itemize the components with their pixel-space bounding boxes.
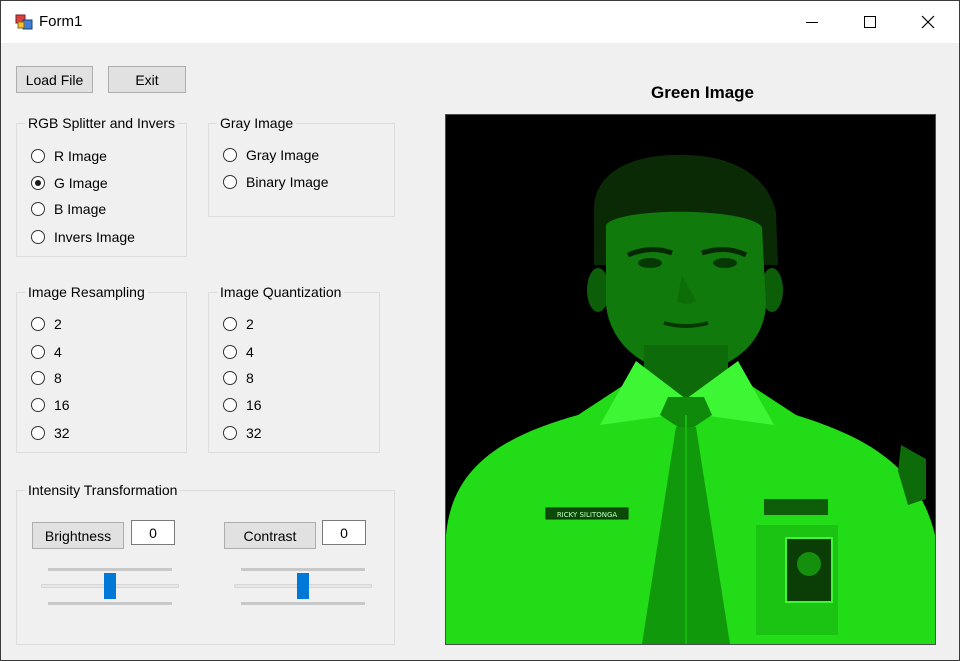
main-window: Form1 Load File Exit RGB Splitter and In… — [0, 0, 960, 661]
slider-tick-line — [241, 568, 365, 571]
contrast-slider-thumb[interactable] — [297, 573, 309, 599]
intensity-transformation-legend: Intensity Transformation — [25, 482, 181, 498]
radio-quantization-32[interactable]: 32 — [223, 423, 262, 443]
contrast-button[interactable]: Contrast — [224, 522, 316, 549]
gray-image-legend: Gray Image — [217, 115, 297, 131]
radio-label: 32 — [246, 425, 262, 441]
radio-resampling-16-circle[interactable] — [31, 398, 45, 412]
radio-quantization-32-circle[interactable] — [223, 426, 237, 440]
close-icon — [921, 15, 935, 29]
radio-quantization-8-circle[interactable] — [223, 371, 237, 385]
radio-r-image[interactable]: R Image — [31, 146, 107, 166]
radio-label: 8 — [246, 370, 254, 386]
client-area: Load File Exit RGB Splitter and Invers R… — [1, 43, 959, 660]
image-picture-box: RICKY SILITONGA — [445, 114, 936, 645]
brightness-button[interactable]: Brightness — [32, 522, 124, 549]
radio-quantization-8[interactable]: 8 — [223, 368, 254, 388]
radio-r-image-circle[interactable] — [31, 149, 45, 163]
radio-quantization-4[interactable]: 4 — [223, 342, 254, 362]
radio-label: 2 — [54, 316, 62, 332]
radio-resampling-4-circle[interactable] — [31, 345, 45, 359]
image-title: Green Image — [651, 83, 754, 102]
radio-b-image-circle[interactable] — [31, 202, 45, 216]
radio-label: R Image — [54, 148, 107, 164]
radio-label: G Image — [54, 175, 108, 191]
slider-tick-line — [48, 568, 172, 571]
slider-tick-line — [48, 602, 172, 605]
radio-label: Invers Image — [54, 229, 135, 245]
radio-resampling-32[interactable]: 32 — [31, 423, 70, 443]
minimize-icon — [806, 22, 818, 23]
rgb-splitter-legend: RGB Splitter and Invers — [25, 115, 179, 131]
image-resampling-group: Image Resampling 2 4 8 16 32 — [16, 284, 187, 453]
radio-quantization-16-circle[interactable] — [223, 398, 237, 412]
app-icon — [15, 13, 33, 31]
image-resampling-legend: Image Resampling — [25, 284, 148, 300]
rgb-splitter-group: RGB Splitter and Invers R Image G Image … — [16, 115, 187, 257]
radio-label: 32 — [54, 425, 70, 441]
radio-gray-image[interactable]: Gray Image — [223, 145, 319, 165]
brightness-slider-thumb[interactable] — [104, 573, 116, 599]
window-title: Form1 — [39, 13, 83, 30]
maximize-button[interactable] — [841, 1, 899, 43]
radio-binary-image[interactable]: Binary Image — [223, 172, 328, 192]
radio-quantization-2[interactable]: 2 — [223, 314, 254, 334]
radio-label: 2 — [246, 316, 254, 332]
slider-tick-line — [241, 602, 365, 605]
radio-label: Gray Image — [246, 147, 320, 163]
green-channel-photo: RICKY SILITONGA — [446, 115, 935, 644]
name-tag-text: RICKY SILITONGA — [557, 511, 618, 519]
radio-resampling-8-circle[interactable] — [31, 371, 45, 385]
radio-label: 16 — [54, 397, 70, 413]
radio-resampling-2-circle[interactable] — [31, 317, 45, 331]
radio-label: 4 — [246, 344, 254, 360]
radio-g-image[interactable]: G Image — [31, 173, 108, 193]
minimize-button[interactable] — [783, 1, 841, 43]
radio-label: 8 — [54, 370, 62, 386]
radio-binary-image-circle[interactable] — [223, 175, 237, 189]
radio-resampling-32-circle[interactable] — [31, 426, 45, 440]
radio-resampling-2[interactable]: 2 — [31, 314, 62, 334]
radio-quantization-4-circle[interactable] — [223, 345, 237, 359]
radio-resampling-16[interactable]: 16 — [31, 395, 70, 415]
radio-g-image-circle[interactable] — [31, 176, 45, 190]
brightness-value-field[interactable]: 0 — [131, 520, 175, 545]
radio-quantization-2-circle[interactable] — [223, 317, 237, 331]
contrast-value-field[interactable]: 0 — [322, 520, 366, 545]
image-quantization-legend: Image Quantization — [217, 284, 345, 300]
radio-resampling-8[interactable]: 8 — [31, 368, 62, 388]
radio-b-image[interactable]: B Image — [31, 199, 106, 219]
intensity-transformation-group: Intensity Transformation Brightness 0 Co… — [16, 482, 395, 645]
exit-button[interactable]: Exit — [108, 66, 186, 93]
brightness-slider[interactable] — [41, 565, 179, 607]
radio-quantization-16[interactable]: 16 — [223, 395, 262, 415]
load-file-button[interactable]: Load File — [16, 66, 93, 93]
radio-label: 16 — [246, 397, 262, 413]
image-quantization-group: Image Quantization 2 4 8 16 32 — [208, 284, 380, 453]
maximize-icon — [864, 16, 876, 28]
radio-label: B Image — [54, 201, 107, 217]
close-button[interactable] — [899, 1, 957, 43]
gray-image-group: Gray Image Gray Image Binary Image — [208, 115, 395, 217]
radio-label: Binary Image — [246, 174, 329, 190]
contrast-slider[interactable] — [234, 565, 372, 607]
radio-invers-image-circle[interactable] — [31, 230, 45, 244]
radio-invers-image[interactable]: Invers Image — [31, 227, 135, 247]
title-bar[interactable]: Form1 — [1, 1, 959, 43]
radio-resampling-4[interactable]: 4 — [31, 342, 62, 362]
radio-label: 4 — [54, 344, 62, 360]
radio-gray-image-circle[interactable] — [223, 148, 237, 162]
